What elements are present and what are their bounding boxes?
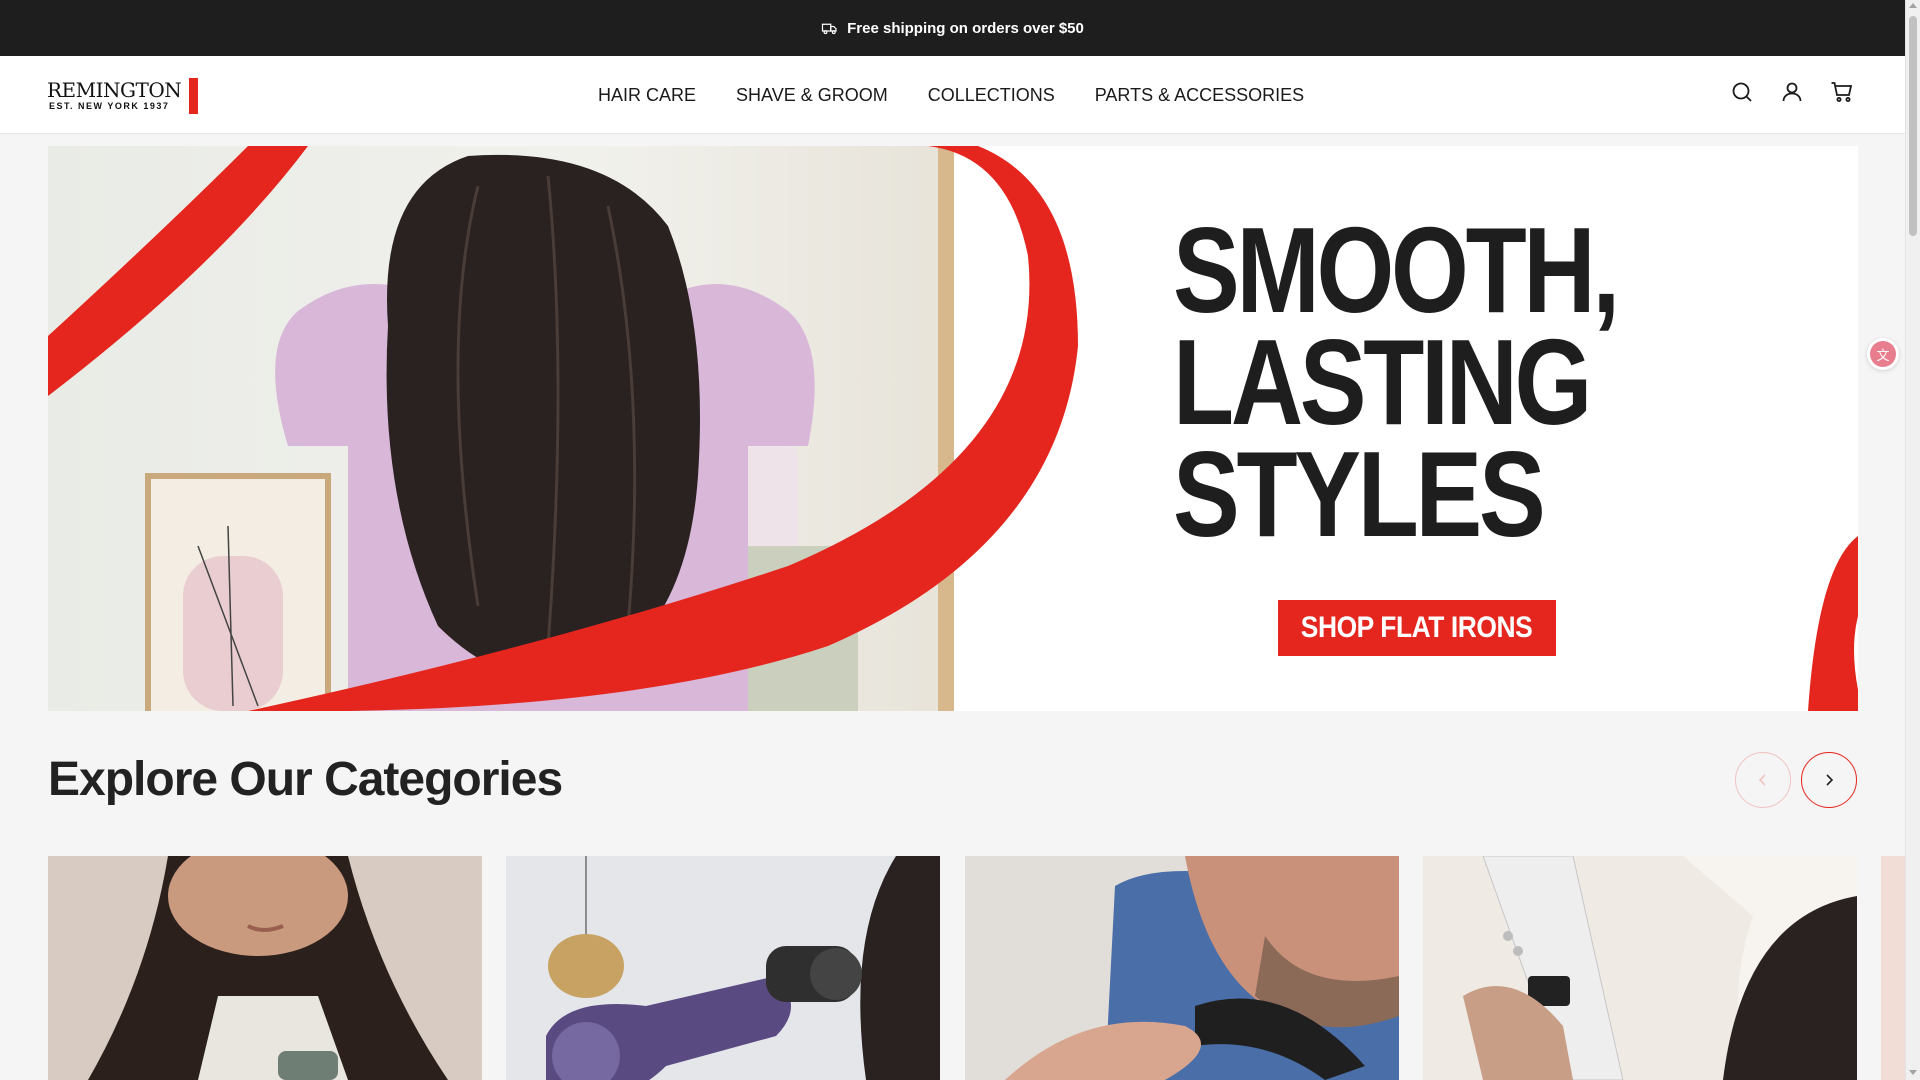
scroll-up-arrow-icon[interactable] (1909, 3, 1917, 8)
chevron-left-icon (1758, 774, 1766, 786)
shop-flat-irons-button[interactable]: SHOP FLAT IRONS (1278, 600, 1556, 656)
nav-item-hair-care[interactable]: HAIR CARE (598, 85, 696, 106)
hero-headline-line2: LASTING (1173, 314, 1592, 450)
translate-widget-button[interactable]: 文 (1867, 338, 1899, 370)
logo-wordmark: REMINGTON (47, 78, 182, 102)
hero-banner[interactable]: SMOOTH, LASTING STYLES SHOP FLAT IRONS (48, 146, 1858, 711)
categories-title: Explore Our Categories (48, 753, 563, 806)
nav-item-shave-groom[interactable]: SHAVE & GROOM (736, 85, 888, 106)
page-scrollbar[interactable] (1905, 0, 1920, 1080)
category-card-beard-trimmers[interactable] (965, 856, 1399, 1080)
account-icon[interactable] (1780, 80, 1804, 104)
nav-item-collections[interactable]: COLLECTIONS (928, 85, 1055, 106)
scrollbar-thumb[interactable] (1909, 16, 1917, 236)
shop-flat-irons-label: SHOP FLAT IRONS (1301, 611, 1533, 644)
category-card-flat-irons[interactable] (1423, 856, 1857, 1080)
announcement-text: Free shipping on orders over $50 (847, 19, 1084, 37)
site-header: REMINGTON EST. NEW YORK 1937 HAIR CARE S… (0, 56, 1905, 134)
hero-headline-line1: SMOOTH, (1173, 202, 1620, 338)
carousel-prev-button[interactable] (1735, 752, 1791, 808)
translate-icon: 文 (1870, 341, 1896, 367)
truck-icon (822, 23, 837, 35)
logo-red-bar (189, 78, 198, 114)
logo-tagline: EST. NEW YORK 1937 (49, 101, 170, 111)
main-nav: HAIR CARE SHAVE & GROOM COLLECTIONS PART… (598, 56, 1304, 134)
remington-logo[interactable]: REMINGTON EST. NEW YORK 1937 (47, 78, 199, 114)
carousel-next-button[interactable] (1801, 752, 1857, 808)
hero-headline-line3: STYLES (1173, 426, 1546, 562)
cart-icon[interactable] (1830, 80, 1854, 104)
nav-item-parts-accessories[interactable]: PARTS & ACCESSORIES (1095, 85, 1304, 106)
header-actions (1730, 80, 1854, 104)
hero-headline: SMOOTH, LASTING STYLES (1173, 202, 1620, 562)
search-icon[interactable] (1730, 80, 1754, 104)
chevron-right-icon (1826, 774, 1834, 786)
announcement-bar: Free shipping on orders over $50 (0, 0, 1905, 56)
category-card-hair-dryers[interactable] (506, 856, 940, 1080)
category-card-hair-straightening[interactable] (48, 856, 482, 1080)
scroll-down-arrow-icon[interactable] (1909, 1070, 1917, 1075)
